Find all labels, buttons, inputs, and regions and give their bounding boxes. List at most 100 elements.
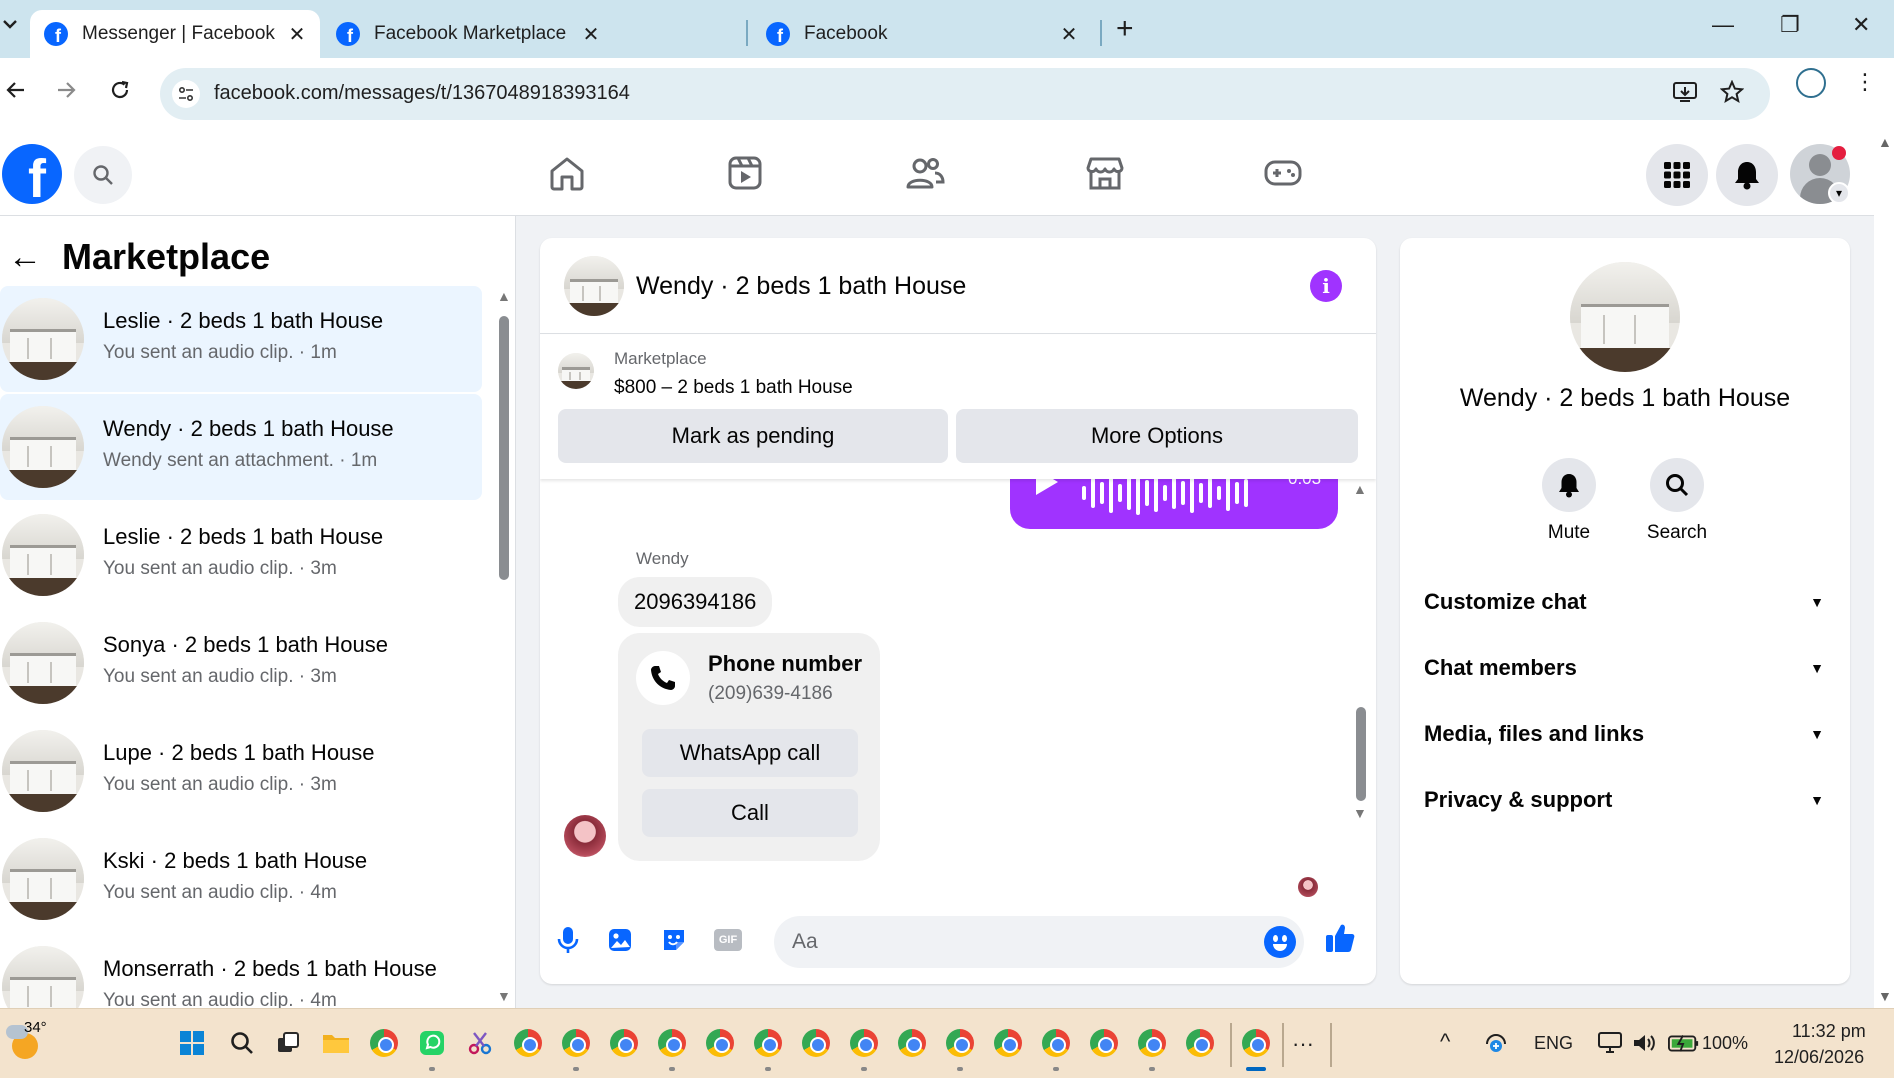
marketplace-nav-button[interactable] [1082, 150, 1128, 196]
chrome-window-icon[interactable] [848, 1027, 880, 1059]
new-tab-button[interactable]: + [1116, 14, 1134, 44]
conversation-item[interactable]: Monserrath · 2 beds 1 bath House You sen… [0, 934, 482, 1008]
home-nav-button[interactable] [544, 150, 590, 196]
thread-scrollbar[interactable] [1356, 707, 1366, 801]
tab-facebook[interactable]: f Facebook ✕ [752, 10, 1092, 58]
sender-avatar[interactable] [564, 815, 606, 857]
call-button[interactable]: Call [642, 789, 858, 837]
clock-time[interactable]: 11:32 pm [1792, 1021, 1866, 1042]
tab-close-icon[interactable]: ✕ [1058, 22, 1080, 47]
chrome-window-icon[interactable] [1040, 1027, 1072, 1059]
play-icon[interactable] [1036, 479, 1058, 495]
reload-button[interactable] [108, 78, 132, 107]
page-scroll-up-icon[interactable]: ▲ [1878, 134, 1892, 150]
minimize-button[interactable]: — [1712, 12, 1734, 38]
chrome-window-icon[interactable] [800, 1027, 832, 1059]
tab-messenger[interactable]: f Messenger | Facebook ✕ [30, 10, 320, 58]
audio-message-bubble[interactable]: 0:03 [1010, 479, 1338, 529]
conversation-item[interactable]: Leslie · 2 beds 1 bath House You sent an… [0, 502, 482, 608]
chrome-window-icon[interactable] [560, 1027, 592, 1059]
page-scrollbar[interactable] [1874, 130, 1894, 1008]
photo-icon[interactable] [604, 924, 636, 956]
file-explorer-icon[interactable] [320, 1027, 352, 1059]
chrome-window-icon[interactable] [992, 1027, 1024, 1059]
mark-as-pending-button[interactable]: Mark as pending [558, 409, 948, 463]
chrome-window-icon[interactable] [1184, 1027, 1216, 1059]
scroll-down-arrow-icon[interactable]: ▼ [1353, 805, 1367, 821]
privacy-support-section[interactable]: Privacy & support ▼ [1424, 780, 1824, 820]
browser-menu-icon[interactable]: ⋮ [1854, 71, 1876, 93]
page-scroll-down-icon[interactable]: ▼ [1878, 988, 1892, 1004]
bookmark-star-icon[interactable] [1719, 79, 1745, 110]
conversation-item[interactable]: Kski · 2 beds 1 bath House You sent an a… [0, 826, 482, 932]
chrome-active-window-icon[interactable] [1240, 1027, 1272, 1059]
tab-close-icon[interactable]: ✕ [286, 22, 308, 47]
listing-thumbnail[interactable] [558, 353, 594, 389]
chrome-window-icon[interactable] [656, 1027, 688, 1059]
chrome-window-icon[interactable] [704, 1027, 736, 1059]
menu-button[interactable] [1646, 144, 1708, 206]
chrome-window-icon[interactable] [944, 1027, 976, 1059]
gif-icon[interactable]: GIF [712, 924, 744, 956]
windows-start-icon[interactable] [176, 1027, 208, 1059]
conversation-item[interactable]: Leslie · 2 beds 1 bath House You sent an… [0, 286, 482, 392]
scroll-up-arrow-icon[interactable]: ▲ [497, 288, 511, 304]
address-bar[interactable]: facebook.com/messages/t/1367048918393164 [160, 68, 1770, 120]
media-files-links-section[interactable]: Media, files and links ▼ [1424, 714, 1824, 754]
friends-nav-button[interactable] [902, 150, 948, 196]
microphone-icon[interactable] [552, 924, 584, 956]
taskbar-search-icon[interactable] [226, 1027, 258, 1059]
url-text[interactable]: facebook.com/messages/t/1367048918393164 [214, 82, 630, 105]
forward-button[interactable] [54, 78, 78, 107]
chat-members-section[interactable]: Chat members ▼ [1424, 648, 1824, 688]
more-options-button[interactable]: More Options [956, 409, 1358, 463]
chrome-window-icon[interactable] [608, 1027, 640, 1059]
snipping-tool-icon[interactable] [464, 1027, 496, 1059]
back-button[interactable] [4, 78, 28, 107]
install-app-icon[interactable] [1672, 80, 1698, 110]
clock-date[interactable]: 12/06/2026 [1774, 1047, 1864, 1068]
conversation-item[interactable]: Lupe · 2 beds 1 bath House You sent an a… [0, 718, 482, 824]
chat-avatar[interactable] [564, 256, 624, 316]
account-chevron-down-icon[interactable]: ▾ [1828, 182, 1850, 204]
battery-icon[interactable] [1668, 1027, 1700, 1059]
tab-search-chevron-icon[interactable] [0, 14, 22, 48]
chat-title[interactable]: Wendy · 2 beds 1 bath House [636, 272, 966, 301]
conversation-avatar[interactable] [1570, 262, 1680, 372]
search-in-conversation-button[interactable]: Search [1632, 458, 1722, 544]
more-apps-button[interactable]: ··· [1292, 1031, 1314, 1057]
chrome-window-icon[interactable] [896, 1027, 928, 1059]
customize-chat-section[interactable]: Customize chat ▼ [1424, 582, 1824, 622]
video-nav-button[interactable] [722, 150, 768, 196]
whatsapp-call-button[interactable]: WhatsApp call [642, 729, 858, 777]
chrome-window-icon[interactable] [1136, 1027, 1168, 1059]
like-thumb-icon[interactable] [1324, 922, 1356, 954]
facebook-logo[interactable]: f [2, 144, 62, 204]
conversation-info-icon[interactable]: i [1310, 270, 1342, 302]
language-indicator[interactable]: ENG [1534, 1033, 1573, 1054]
tab-marketplace[interactable]: f Facebook Marketplace | Facebo ✕ [322, 10, 614, 58]
whatsapp-app-icon[interactable] [416, 1027, 448, 1059]
conversation-item[interactable]: Sonya · 2 beds 1 bath House You sent an … [0, 610, 482, 716]
listing-price-title[interactable]: $800 – 2 beds 1 bath House [614, 377, 853, 399]
gaming-nav-button[interactable] [1260, 150, 1306, 196]
browser-profile-icon[interactable] [1796, 68, 1826, 98]
window-close-button[interactable]: ✕ [1852, 12, 1870, 38]
chrome-app-icon[interactable] [368, 1027, 400, 1059]
chrome-window-icon[interactable] [752, 1027, 784, 1059]
network-sync-icon[interactable] [1480, 1027, 1512, 1059]
message-input[interactable] [774, 916, 1304, 968]
scroll-up-arrow-icon[interactable]: ▲ [1353, 481, 1367, 497]
emoji-icon[interactable] [1264, 926, 1296, 958]
volume-icon[interactable] [1628, 1027, 1660, 1059]
site-info-icon[interactable] [172, 80, 200, 108]
display-icon[interactable] [1594, 1027, 1626, 1059]
chrome-window-icon[interactable] [1088, 1027, 1120, 1059]
task-view-icon[interactable] [272, 1027, 304, 1059]
notifications-button[interactable] [1716, 144, 1778, 206]
conversation-item-active[interactable]: Wendy · 2 beds 1 bath House Wendy sent a… [0, 394, 482, 500]
maximize-button[interactable]: ❐ [1780, 12, 1800, 38]
scroll-down-arrow-icon[interactable]: ▼ [497, 988, 511, 1004]
back-arrow-icon[interactable]: ← [8, 240, 42, 274]
message-bubble[interactable]: 2096394186 [618, 577, 773, 627]
